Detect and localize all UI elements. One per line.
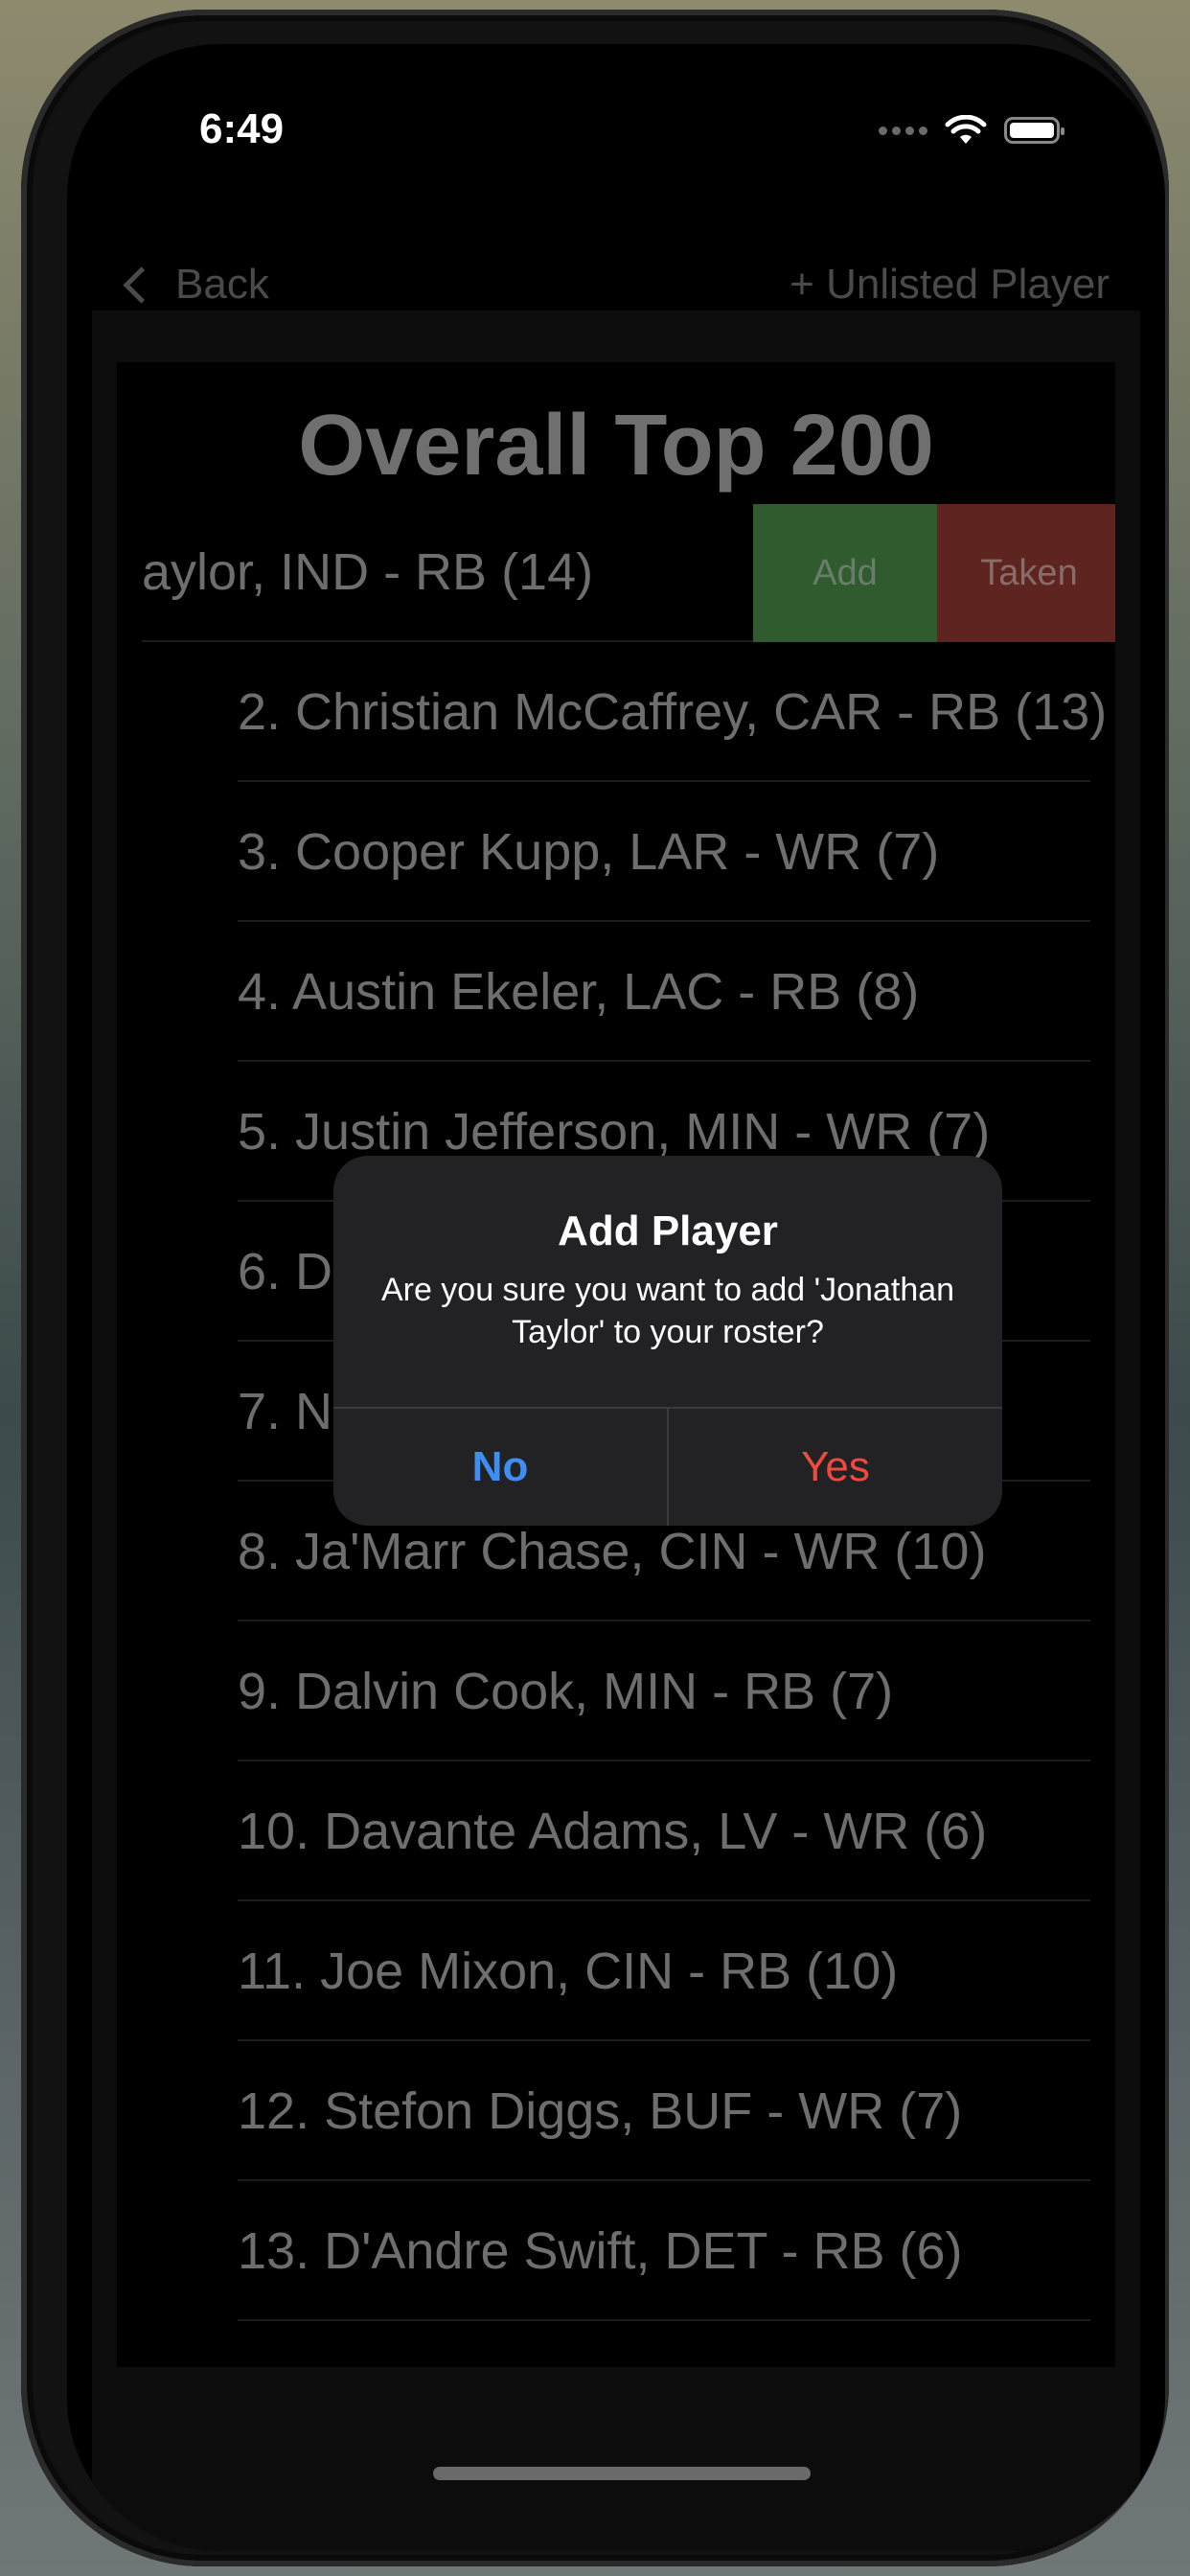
- player-row-label: aylor, IND - RB (14): [142, 543, 594, 601]
- alert-message: Are you sure you want to add 'Jonathan T…: [380, 1272, 955, 1350]
- player-row-label: 11. Joe Mixon, CIN - RB (10): [238, 1943, 899, 2000]
- row-divider: [238, 2319, 1090, 2321]
- player-row[interactable]: 11. Joe Mixon, CIN - RB (10): [117, 1901, 1115, 2041]
- cellular-signal-icon: [879, 126, 927, 135]
- add-unlisted-player-button[interactable]: + Unlisted Player: [790, 261, 1110, 309]
- chevron-left-icon: [123, 265, 160, 304]
- add-player-alert: Add Player Are you sure you want to add …: [333, 1156, 1002, 1526]
- back-button[interactable]: Back: [121, 261, 269, 309]
- list-title: Overall Top 200: [298, 398, 934, 494]
- alert-title: Add Player: [558, 1208, 778, 1254]
- wifi-icon: [945, 115, 987, 144]
- player-row-label: 7. N: [238, 1383, 333, 1440]
- player-row[interactable]: 3. Cooper Kupp, LAR - WR (7): [117, 782, 1115, 922]
- swipe-actions: Add Taken: [753, 504, 1115, 642]
- status-bar: 6:49: [67, 44, 1165, 178]
- device-screen: 6:49 Back + Unlisted Player Overall Top …: [67, 44, 1165, 2551]
- player-row[interactable]: 9. Dalvin Cook, MIN - RB (7): [117, 1622, 1115, 1761]
- status-time: 6:49: [199, 105, 285, 152]
- player-row[interactable]: 13. D'Andre Swift, DET - RB (6): [117, 2181, 1115, 2321]
- alert-no-button[interactable]: No: [333, 1409, 667, 1526]
- swipe-add-button[interactable]: Add: [753, 504, 937, 642]
- player-row-label: 12. Stefon Diggs, BUF - WR (7): [238, 2082, 963, 2140]
- status-icons: [879, 115, 1064, 146]
- player-row-label: 3. Cooper Kupp, LAR - WR (7): [238, 823, 940, 881]
- battery-icon: [1004, 117, 1064, 144]
- player-row-label: 9. Dalvin Cook, MIN - RB (7): [238, 1663, 894, 1720]
- player-row[interactable]: 12. Stefon Diggs, BUF - WR (7): [117, 2041, 1115, 2181]
- player-row[interactable]: 2. Christian McCaffrey, CAR - RB (13): [117, 642, 1115, 782]
- player-row-label: 4. Austin Ekeler, LAC - RB (8): [238, 963, 920, 1021]
- player-row-label: 6. D: [238, 1243, 333, 1300]
- device-frame: 6:49 Back + Unlisted Player Overall Top …: [21, 10, 1169, 2566]
- alert-yes-button[interactable]: Yes: [669, 1409, 1002, 1526]
- player-row[interactable]: 10. Davante Adams, LV - WR (6): [117, 1761, 1115, 1901]
- swipe-taken-button[interactable]: Taken: [937, 504, 1115, 642]
- player-row-label: 10. Davante Adams, LV - WR (6): [238, 1803, 988, 1860]
- home-indicator[interactable]: [433, 2467, 811, 2480]
- player-row-label: 13. D'Andre Swift, DET - RB (6): [238, 2222, 963, 2280]
- player-row-label: 2. Christian McCaffrey, CAR - RB (13): [238, 683, 1108, 741]
- player-row[interactable]: aylor, IND - RB (14) Add Taken: [117, 502, 1115, 642]
- back-label: Back: [175, 261, 269, 308]
- player-row[interactable]: 4. Austin Ekeler, LAC - RB (8): [117, 922, 1115, 1062]
